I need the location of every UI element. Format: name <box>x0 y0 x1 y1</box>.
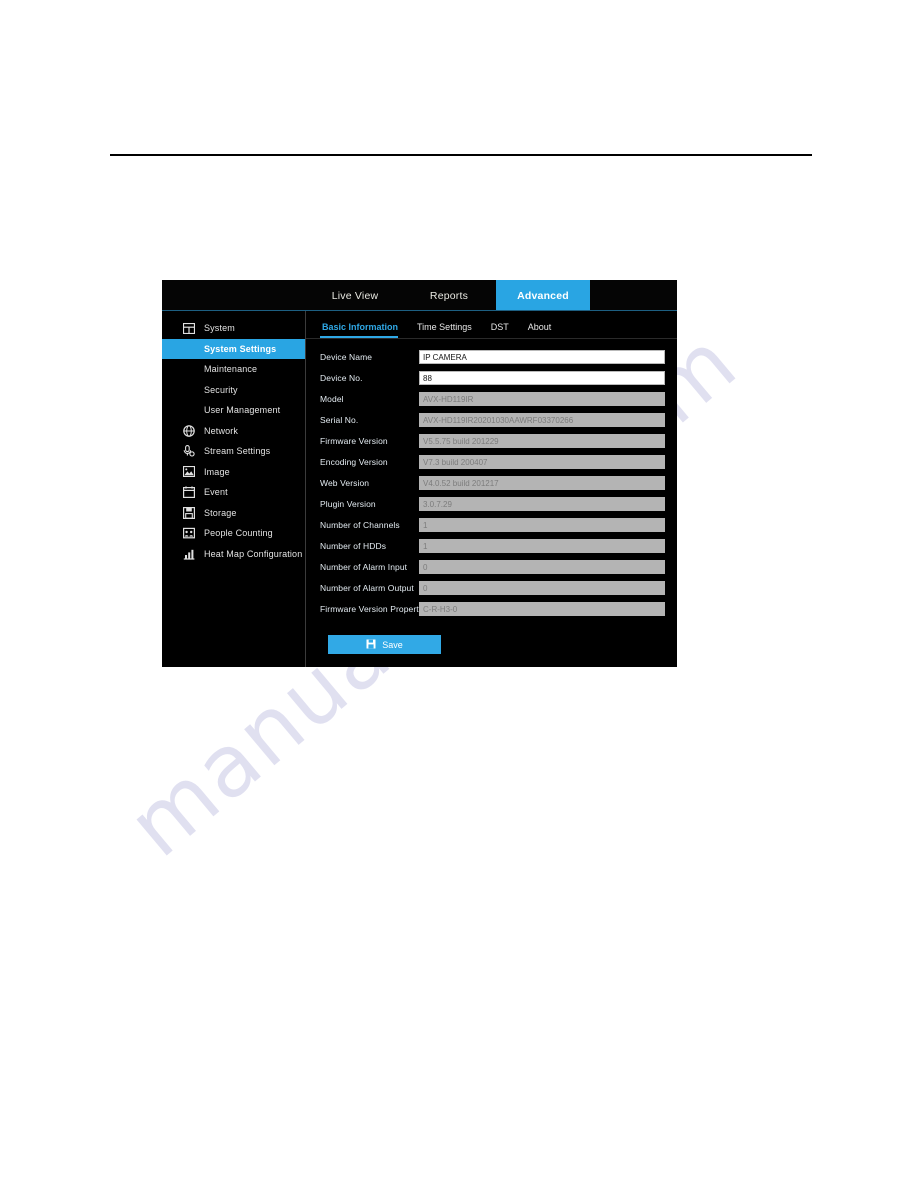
globe-icon <box>182 424 195 437</box>
microphone-icon <box>182 445 195 458</box>
people-counting-icon <box>182 527 195 540</box>
top-navigation-bar: Live View Reports Advanced <box>162 280 677 311</box>
sidebar-item-event[interactable]: Event <box>162 482 305 503</box>
sidebar-item-security-label: Security <box>204 384 238 395</box>
form-row-device-name: Device Name IP CAMERA <box>320 349 665 364</box>
form-row-number-of-alarm-input: Number of Alarm Input 0 <box>320 559 665 574</box>
label-device-name: Device Name <box>320 351 373 362</box>
sidebar-item-security[interactable]: Security <box>162 380 305 401</box>
top-tab-reports-label: Reports <box>429 289 469 302</box>
sidebar-item-stream-settings[interactable]: Stream Settings <box>162 441 305 462</box>
sidebar-item-heat-map-configuration-label: Heat Map Configuration <box>204 548 303 559</box>
sidebar-item-stream-settings-label: Stream Settings <box>204 446 271 457</box>
form-row-device-no: Device No. 88 <box>320 370 665 385</box>
sidebar-item-system-label: System <box>204 323 235 334</box>
input-firmware-version-property: C-R-H3-0 <box>419 601 665 616</box>
top-tab-advanced[interactable]: Advanced <box>496 280 590 311</box>
sidebar-item-maintenance-label: Maintenance <box>204 364 258 375</box>
form-row-number-of-hdds: Number of HDDs 1 <box>320 538 665 553</box>
save-button[interactable]: Save <box>328 635 441 654</box>
sidebar-item-image-label: Image <box>204 466 230 477</box>
sidebar-item-people-counting[interactable]: People Counting <box>162 523 305 544</box>
sidebar-item-system[interactable]: System <box>162 318 305 339</box>
input-model: AVX-HD119IR <box>419 391 665 406</box>
sidebar-item-network-label: Network <box>204 425 239 436</box>
sidebar-item-maintenance[interactable]: Maintenance <box>162 359 305 380</box>
form-row-firmware-version: Firmware Version V5.5.75 build 201229 <box>320 433 665 448</box>
basic-information-form: Device Name IP CAMERA Device No. 88 Mode… <box>306 339 677 654</box>
label-number-of-hdds: Number of HDDs <box>320 540 387 551</box>
input-number-of-alarm-input: 0 <box>419 559 665 574</box>
top-tab-live-view[interactable]: Live View <box>308 280 402 311</box>
top-tab-advanced-label: Advanced <box>517 289 569 302</box>
input-device-no[interactable]: 88 <box>419 370 665 385</box>
floppy-disk-icon <box>182 506 195 519</box>
form-row-plugin-version: Plugin Version 3.0.7.29 <box>320 496 665 511</box>
form-row-model: Model AVX-HD119IR <box>320 391 665 406</box>
app-body: System System Settings Maintenance Secur… <box>162 311 677 667</box>
label-web-version: Web Version <box>320 477 370 488</box>
label-encoding-version: Encoding Version <box>320 456 388 467</box>
page-horizontal-rule <box>110 154 812 156</box>
picture-icon <box>182 465 195 478</box>
label-serial-no: Serial No. <box>320 414 359 425</box>
input-firmware-version: V5.5.75 build 201229 <box>419 433 665 448</box>
input-number-of-channels: 1 <box>419 517 665 532</box>
input-web-version: V4.0.52 build 201217 <box>419 475 665 490</box>
sidebar-item-storage-label: Storage <box>204 507 237 518</box>
input-plugin-version: 3.0.7.29 <box>419 496 665 511</box>
sub-tab-dst-label: DST <box>490 322 509 332</box>
sub-tab-time-settings[interactable]: Time Settings <box>415 322 481 338</box>
floppy-disk-icon <box>366 639 376 651</box>
label-firmware-version: Firmware Version <box>320 435 388 446</box>
input-serial-no: AVX-HD119IR20201030AAWRF03370266 <box>419 412 665 427</box>
sub-tab-basic-information-label: Basic Information <box>322 322 399 332</box>
sub-tab-dst[interactable]: DST <box>489 322 518 338</box>
label-number-of-alarm-input: Number of Alarm Input <box>320 561 408 572</box>
sidebar-item-system-settings-label: System Settings <box>204 343 277 354</box>
sidebar-item-network[interactable]: Network <box>162 421 305 442</box>
sidebar-item-system-settings[interactable]: System Settings <box>162 338 305 359</box>
sidebar-item-people-counting-label: People Counting <box>204 528 273 539</box>
save-row: Save <box>320 622 665 654</box>
save-button-label: Save <box>382 639 403 650</box>
content-panel: Basic Information Time Settings DST Abou… <box>306 311 677 667</box>
input-encoding-version: V7.3 build 200407 <box>419 454 665 469</box>
sidebar-item-user-management[interactable]: User Management <box>162 400 305 421</box>
bar-chart-icon <box>182 547 195 560</box>
sidebar-item-event-label: Event <box>204 487 228 498</box>
top-tab-reports[interactable]: Reports <box>402 280 496 311</box>
label-model: Model <box>320 393 344 404</box>
sidebar: System System Settings Maintenance Secur… <box>162 311 306 667</box>
sidebar-item-storage[interactable]: Storage <box>162 503 305 524</box>
sidebar-item-user-management-label: User Management <box>204 405 281 416</box>
input-number-of-hdds: 1 <box>419 538 665 553</box>
sub-tab-about[interactable]: About <box>526 322 561 338</box>
form-row-firmware-version-property: Firmware Version Property C-R-H3-0 <box>320 601 665 616</box>
label-device-no: Device No. <box>320 372 363 383</box>
label-number-of-channels: Number of Channels <box>320 519 400 530</box>
sub-tab-about-label: About <box>527 322 552 332</box>
sub-tab-time-settings-label: Time Settings <box>417 322 472 332</box>
top-tab-live-view-label: Live View <box>331 289 379 302</box>
form-row-number-of-alarm-output: Number of Alarm Output 0 <box>320 580 665 595</box>
form-row-number-of-channels: Number of Channels 1 <box>320 517 665 532</box>
camera-web-ui-screenshot: Live View Reports Advanced System System… <box>162 280 677 667</box>
input-device-name[interactable]: IP CAMERA <box>419 349 665 364</box>
sidebar-item-heat-map-configuration[interactable]: Heat Map Configuration <box>162 544 305 565</box>
input-number-of-alarm-output: 0 <box>419 580 665 595</box>
label-number-of-alarm-output: Number of Alarm Output <box>320 582 414 593</box>
sub-tab-basic-information[interactable]: Basic Information <box>320 322 407 338</box>
form-row-web-version: Web Version V4.0.52 build 201217 <box>320 475 665 490</box>
form-row-serial-no: Serial No. AVX-HD119IR20201030AAWRF03370… <box>320 412 665 427</box>
form-row-encoding-version: Encoding Version V7.3 build 200407 <box>320 454 665 469</box>
sub-tab-bar: Basic Information Time Settings DST Abou… <box>306 311 677 339</box>
system-icon <box>182 322 195 335</box>
label-plugin-version: Plugin Version <box>320 498 376 509</box>
sidebar-item-image[interactable]: Image <box>162 462 305 483</box>
label-firmware-version-property: Firmware Version Property <box>320 603 424 614</box>
calendar-icon <box>182 486 195 499</box>
